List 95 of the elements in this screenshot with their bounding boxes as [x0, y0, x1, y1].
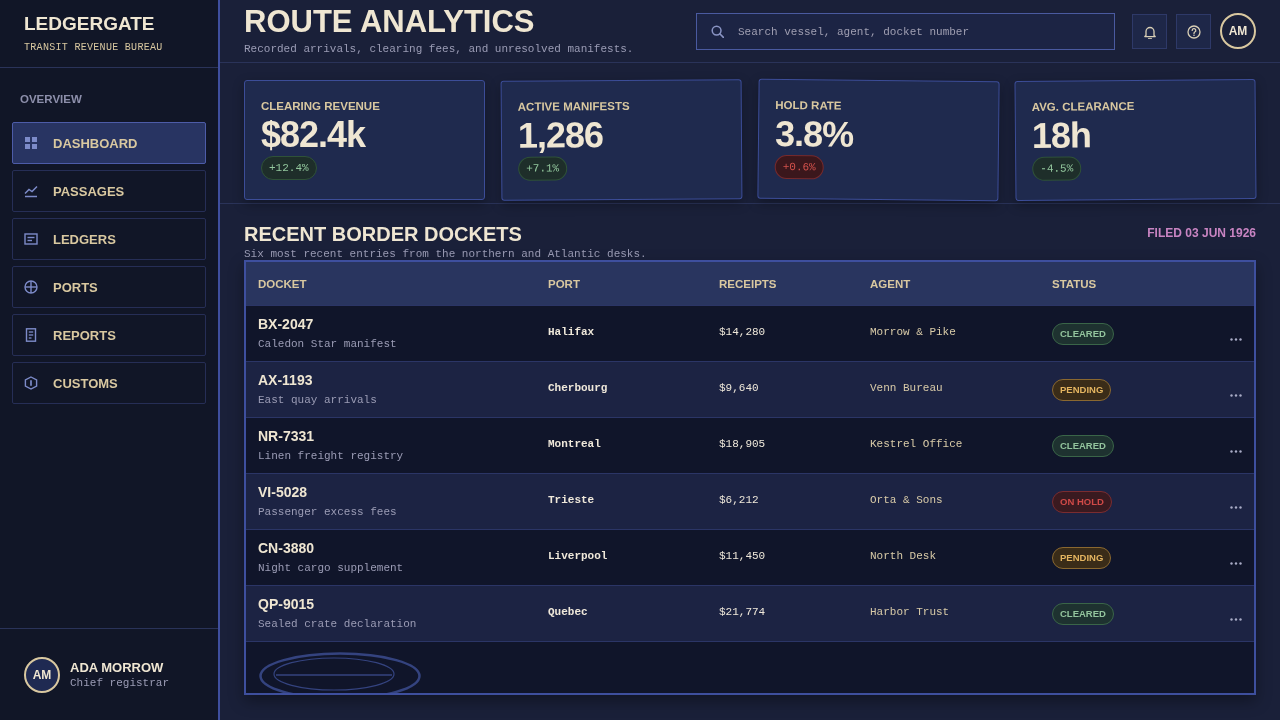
table-cell: Cherbourg: [548, 381, 608, 395]
table-cell: North Desk: [870, 549, 936, 563]
row-menu-button[interactable]: [1230, 394, 1242, 397]
status-badge: PENDING: [1052, 378, 1112, 401]
circle-cross-icon: [24, 280, 38, 294]
metric-label: CLEARING REVENUE: [261, 99, 381, 114]
more-icon: [1230, 506, 1242, 509]
change-badge: +0.6%: [774, 154, 824, 180]
table-cell: $14,280: [719, 325, 766, 339]
table-cell: Montreal: [548, 437, 601, 451]
grid-icon: [24, 136, 38, 150]
card-icon: [24, 232, 38, 246]
change-badge: -4.5%: [1032, 156, 1082, 181]
metric-label: AVG. CLEARANCE: [1031, 99, 1136, 115]
table-cell: Halifax: [548, 325, 595, 339]
status-badge: CLEARED: [1052, 434, 1114, 457]
more-icon: [1230, 338, 1242, 341]
status-badge: ON HOLD: [1052, 490, 1112, 513]
page-title: ROUTE ANALYTICS: [244, 4, 536, 40]
filed-date: FILED 03 JUN 1926: [1147, 225, 1256, 241]
metric-value: $82.4k: [261, 114, 367, 156]
metric-label: ACTIVE MANIFESTS: [517, 98, 631, 115]
nav-section-label: OVERVIEW: [19, 92, 83, 107]
user-role: Chief registrar: [70, 676, 170, 690]
row-menu-button[interactable]: [1230, 450, 1242, 453]
table-cell: $11,450: [719, 549, 766, 563]
metric-value: 1,286: [517, 113, 605, 157]
row-menu-button[interactable]: [1230, 618, 1242, 621]
docket-id: NR-7331: [258, 428, 315, 445]
brand-tagline: TRANSIT REVENUE BUREAU: [24, 42, 164, 54]
column-header: PORT: [548, 277, 580, 290]
metric-value: 18h: [1031, 113, 1093, 157]
page-subtitle: Recorded arrivals, clearing fees, and unresolved manifests.: [244, 43, 635, 56]
docket-description: Passenger excess fees: [258, 506, 397, 519]
nav-item[interactable]: LEDGERS: [12, 218, 206, 260]
section-title: RECENT BORDER DOCKETS: [244, 222, 523, 247]
row-menu-button[interactable]: [1230, 506, 1242, 509]
row-menu-button[interactable]: [1230, 562, 1242, 565]
line-chart-icon: [24, 184, 38, 198]
section-subtitle: Six most recent entries from the northern and Atlantic desks.: [244, 248, 647, 260]
table-cell: $9,640: [719, 381, 759, 395]
docket-id: CN-3880: [258, 540, 315, 557]
table-cell: $18,905: [719, 437, 766, 451]
more-icon: [1230, 618, 1242, 621]
docket-description: Caledon Star manifest: [258, 338, 397, 351]
search-icon: [711, 25, 724, 38]
table-cell: $21,774: [719, 605, 766, 619]
hexagon-icon: [24, 376, 38, 390]
table-cell: $6,212: [719, 493, 759, 507]
metric-label: HOLD RATE: [775, 97, 843, 114]
nav-item[interactable]: REPORTS: [12, 314, 206, 356]
change-badge: +7.1%: [518, 156, 568, 181]
user-name: ADA MORROW: [70, 659, 165, 676]
nav-item[interactable]: PORTS: [12, 266, 206, 308]
docket-description: Sealed crate declaration: [258, 618, 417, 631]
notifications-button[interactable]: [1132, 14, 1167, 49]
metric-value: 3.8%: [774, 112, 855, 157]
table-cell: Kestrel Office: [870, 437, 963, 451]
help-icon: [1186, 24, 1201, 39]
help-button[interactable]: [1176, 14, 1211, 49]
table-cell: Orta & Sons: [870, 493, 943, 507]
nav-item[interactable]: DASHBOARD: [12, 122, 206, 164]
docket-id: AX-1193: [258, 372, 313, 389]
docket-id: QP-9015: [258, 596, 315, 613]
column-header: RECEIPTS: [719, 277, 777, 290]
more-icon: [1230, 394, 1242, 397]
account-avatar[interactable]: AM: [1220, 13, 1256, 49]
nav-item[interactable]: PASSAGES: [12, 170, 206, 212]
docket-description: East quay arrivals: [258, 394, 377, 407]
change-badge: +12.4%: [261, 156, 317, 180]
nav-item[interactable]: CUSTOMS: [12, 362, 206, 404]
table-cell: Quebec: [548, 605, 588, 619]
document-icon: [24, 328, 38, 342]
docket-description: Linen freight registry: [258, 450, 404, 463]
status-badge: PENDING: [1052, 546, 1112, 569]
table-cell: Venn Bureau: [870, 381, 943, 395]
status-badge: CLEARED: [1052, 322, 1114, 345]
docket-description: Night cargo supplement: [258, 562, 404, 575]
docket-id: VI-5028: [258, 484, 308, 501]
column-header: DOCKET: [258, 277, 307, 290]
status-badge: CLEARED: [1052, 602, 1114, 625]
table-cell: Trieste: [548, 493, 595, 507]
user-avatar: AM: [24, 656, 60, 693]
more-icon: [1230, 450, 1242, 453]
brand-name: LEDGERGATE: [24, 12, 156, 36]
search-field[interactable]: Search vessel, agent, docket number: [696, 13, 1115, 50]
table-cell: Harbor Trust: [870, 605, 950, 619]
column-header: STATUS: [1052, 277, 1097, 290]
table-cell: Liverpool: [548, 549, 608, 563]
row-menu-button[interactable]: [1230, 338, 1242, 341]
more-icon: [1230, 562, 1242, 565]
table-cell: Morrow & Pike: [870, 325, 956, 339]
docket-id: BX-2047: [258, 316, 314, 333]
bell-icon: [1142, 24, 1157, 39]
column-header: AGENT: [870, 277, 911, 290]
